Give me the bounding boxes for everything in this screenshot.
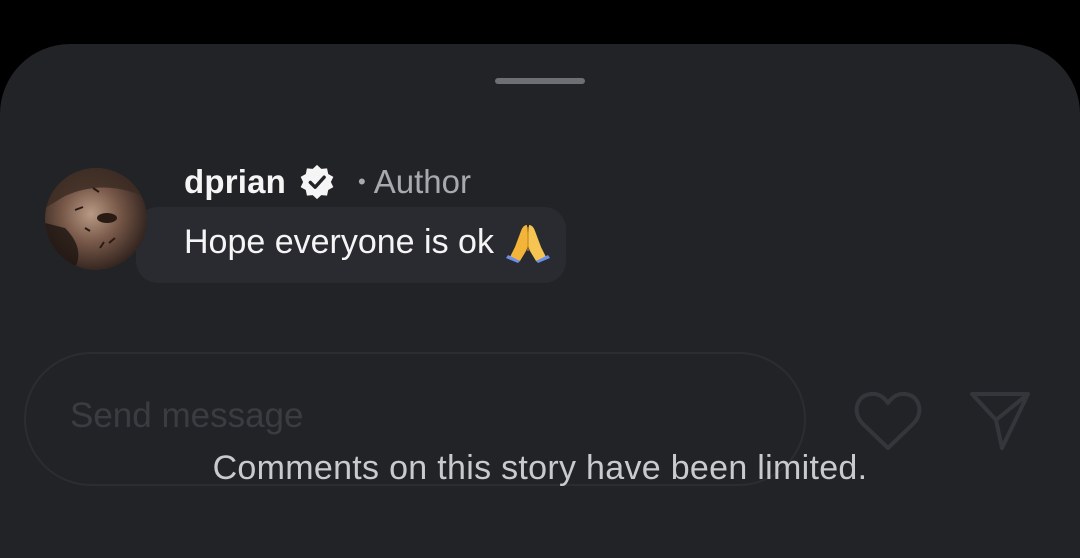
comment-header: dprian • Author xyxy=(184,160,471,204)
comments-sheet: dprian • Author Hope everyone is ok Send… xyxy=(0,44,1080,558)
drag-handle[interactable] xyxy=(495,78,585,84)
avatar[interactable] xyxy=(45,168,147,270)
paper-plane-icon[interactable] xyxy=(966,386,1034,454)
verified-badge-icon xyxy=(300,164,334,200)
folded-hands-emoji-icon xyxy=(505,225,550,263)
separator-dot: • xyxy=(358,169,366,194)
comment-body: Hope everyone is ok xyxy=(184,220,550,264)
username[interactable]: dprian xyxy=(184,163,286,201)
send-message-placeholder: Send message xyxy=(70,396,304,435)
heart-icon[interactable] xyxy=(853,390,923,452)
author-badge: Author xyxy=(373,163,471,200)
comment-text: Hope everyone is ok xyxy=(184,222,494,261)
comments-limited-notice: Comments on this story have been limited… xyxy=(212,449,868,487)
